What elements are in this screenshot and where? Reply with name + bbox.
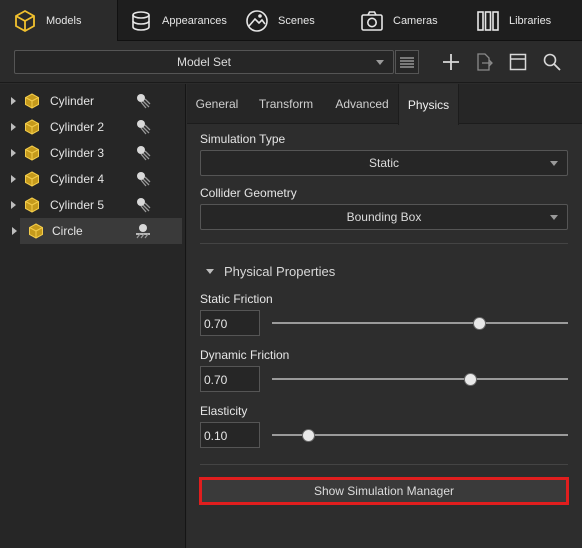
tree-item-cylinder-3[interactable]: Cylinder 3: [0, 140, 182, 166]
tab-transform[interactable]: Transform: [249, 84, 323, 124]
tab-cameras-label: Cameras: [393, 14, 438, 27]
expand-arrow-icon[interactable]: [11, 149, 16, 157]
expand-arrow-icon[interactable]: [11, 201, 16, 209]
simulation-type-dropdown[interactable]: Static: [200, 150, 568, 176]
cube-icon: [29, 223, 43, 239]
model-set-value: Model Set: [176, 55, 232, 69]
model-tree: Cylinder Cylinder 2 Cylinder 3 Cylinder …: [0, 84, 186, 548]
search-icon: [543, 53, 561, 71]
expand-arrow-icon[interactable]: [11, 97, 16, 105]
tab-physics[interactable]: Physics: [398, 84, 459, 125]
tree-item-cylinder-5[interactable]: Cylinder 5: [0, 192, 182, 218]
camera-icon: [359, 8, 385, 34]
divider: [200, 243, 568, 244]
divider: [200, 464, 568, 465]
tree-item-cylinder-4[interactable]: Cylinder 4: [0, 166, 182, 192]
dynamic-friction-label: Dynamic Friction: [200, 348, 290, 362]
collider-geometry-value: Bounding Box: [346, 210, 422, 224]
elasticity-label: Elasticity: [200, 404, 248, 418]
tab-appearances-label: Appearances: [162, 14, 227, 27]
cube-icon: [25, 171, 39, 187]
tab-libraries[interactable]: Libraries: [475, 0, 582, 41]
slider-knob[interactable]: [464, 373, 478, 386]
search-button[interactable]: [541, 51, 563, 73]
slider-knob[interactable]: [473, 317, 487, 330]
chevron-down-icon: [376, 60, 384, 65]
list-icon: [400, 57, 414, 68]
model-set-dropdown[interactable]: Model Set: [14, 50, 394, 74]
cube-icon: [25, 197, 39, 213]
tree-item-label: Cylinder 3: [50, 146, 105, 160]
spheres-icon: [128, 8, 154, 34]
tab-models[interactable]: Models: [0, 0, 118, 41]
tab-scenes[interactable]: Scenes: [244, 0, 344, 41]
show-simulation-manager-label: Show Simulation Manager: [313, 484, 455, 498]
physical-properties-header[interactable]: Physical Properties: [206, 264, 335, 279]
physics-dynamic-icon[interactable]: [134, 196, 152, 214]
top-tab-bar: Models Appearances Scenes Cameras Librar…: [0, 0, 582, 41]
collider-geometry-dropdown[interactable]: Bounding Box: [200, 204, 568, 230]
tree-item-cylinder-2[interactable]: Cylinder 2: [0, 114, 182, 140]
model-set-toolbar: Model Set: [0, 41, 582, 83]
tab-general[interactable]: General: [187, 84, 247, 124]
cube-icon: [25, 119, 39, 135]
static-friction-input[interactable]: 0.70: [200, 310, 260, 336]
expand-arrow-icon[interactable]: [11, 123, 16, 131]
tab-scenes-label: Scenes: [278, 14, 315, 27]
section-title: Physical Properties: [224, 264, 336, 279]
dynamic-friction-input[interactable]: 0.70: [200, 366, 260, 392]
chevron-down-icon: [550, 215, 558, 220]
tree-item-label: Cylinder 2: [50, 120, 105, 134]
simulation-type-label: Simulation Type: [200, 132, 286, 146]
window-icon: [509, 53, 527, 71]
simulation-type-value: Static: [368, 156, 399, 170]
physics-dynamic-icon[interactable]: [134, 144, 152, 162]
slider-track: [272, 322, 568, 324]
tree-item-label: Cylinder 5: [50, 198, 105, 212]
tab-advanced[interactable]: Advanced: [325, 84, 399, 124]
chevron-down-icon: [550, 161, 558, 166]
tree-item-circle[interactable]: Circle: [12, 218, 182, 244]
expand-arrow-icon[interactable]: [12, 227, 17, 235]
add-icon: [443, 54, 459, 70]
physics-dynamic-icon[interactable]: [134, 170, 152, 188]
tab-appearances[interactable]: Appearances: [128, 0, 238, 41]
window-button[interactable]: [507, 51, 529, 73]
properties-tabs: General Transform Advanced Physics: [187, 84, 582, 125]
tab-libraries-label: Libraries: [509, 14, 552, 27]
cube-icon: [25, 93, 39, 109]
static-friction-slider[interactable]: [272, 317, 568, 330]
expand-arrow-icon[interactable]: [11, 175, 16, 183]
properties-panel: General Transform Advanced Physics Simul…: [187, 84, 582, 548]
cube-icon: [12, 8, 38, 34]
elasticity-input[interactable]: 0.10: [200, 422, 260, 448]
show-simulation-manager-button[interactable]: Show Simulation Manager: [199, 477, 569, 505]
collapse-arrow-icon: [206, 269, 214, 274]
library-icon: [475, 8, 501, 34]
list-button[interactable]: [395, 50, 419, 74]
tree-item-label: Circle: [52, 224, 83, 238]
collider-geometry-label: Collider Geometry: [200, 186, 297, 200]
slider-track: [272, 434, 568, 436]
tree-item-label: Cylinder: [50, 94, 95, 108]
physics-static-icon[interactable]: [134, 222, 152, 240]
tab-cameras[interactable]: Cameras: [359, 0, 459, 41]
slider-track: [272, 378, 568, 380]
tree-item-cylinder[interactable]: Cylinder: [0, 88, 182, 114]
static-friction-label: Static Friction: [200, 292, 273, 306]
physics-dynamic-icon[interactable]: [134, 118, 152, 136]
slider-knob[interactable]: [301, 429, 315, 442]
elasticity-slider[interactable]: [272, 429, 568, 442]
tree-item-label: Cylinder 4: [50, 172, 105, 186]
cube-icon: [25, 145, 39, 161]
add-button[interactable]: [440, 51, 462, 73]
tab-models-label: Models: [46, 14, 82, 27]
import-button[interactable]: [473, 51, 495, 73]
import-icon: [477, 53, 493, 71]
dynamic-friction-slider[interactable]: [272, 373, 568, 386]
physics-dynamic-icon[interactable]: [134, 92, 152, 110]
scene-icon: [244, 8, 270, 34]
